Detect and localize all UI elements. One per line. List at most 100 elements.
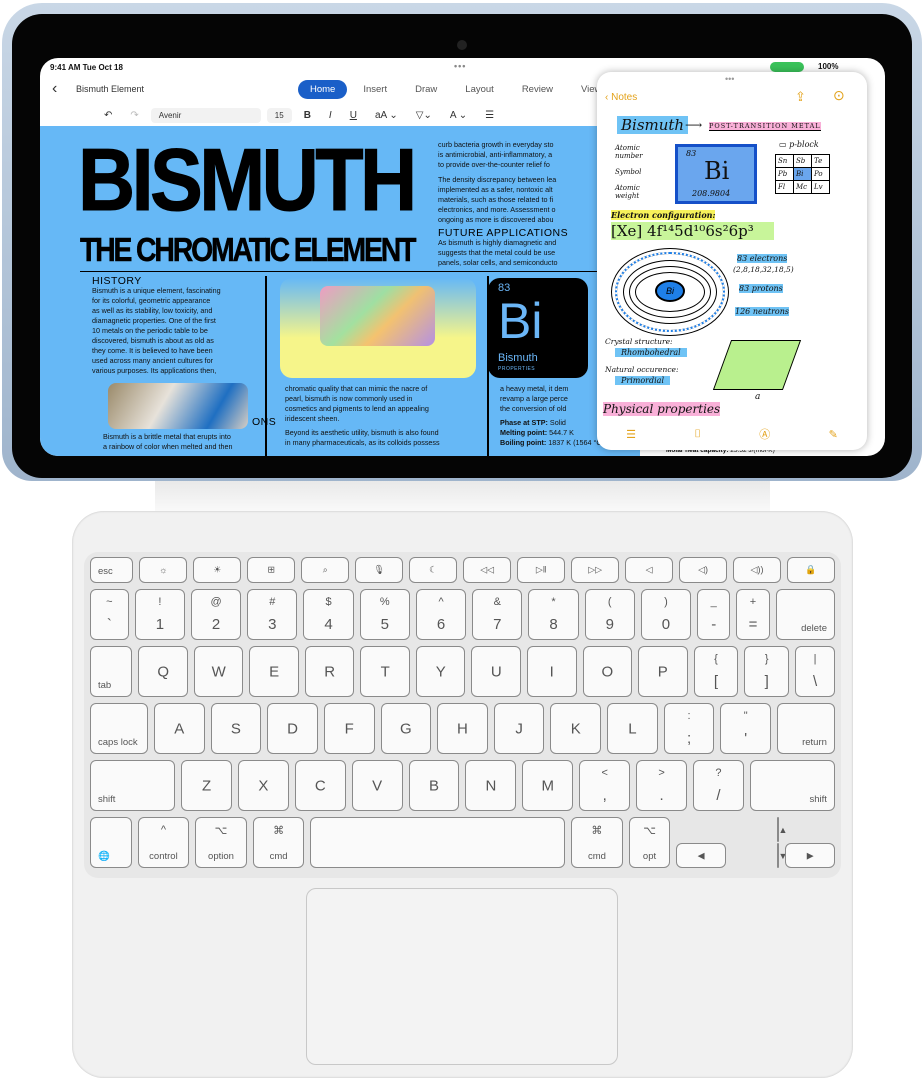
key-h[interactable]: H: [437, 703, 488, 754]
key-y[interactable]: Y: [415, 646, 466, 697]
key-g[interactable]: G: [380, 703, 432, 754]
key-fn-13[interactable]: 🔒: [787, 557, 835, 583]
key-sym[interactable]: + =: [736, 589, 770, 640]
key-d[interactable]: D: [267, 703, 318, 754]
key-punct-3[interactable]: >.: [636, 760, 687, 811]
key-w[interactable]: W: [193, 646, 244, 697]
key-a[interactable]: A: [153, 703, 205, 754]
key-bracket-2[interactable]: | \: [795, 646, 836, 697]
key-1[interactable]: ! 1: [134, 589, 185, 640]
key-caps-lock[interactable]: caps lock: [90, 703, 148, 754]
key-fn-4[interactable]: ⌕: [301, 557, 350, 583]
camera-icon[interactable]: ⌷: [694, 428, 701, 441]
notes-slide-over[interactable]: ••• ‹ Notes ⇪ ⊙ Bismuth ⟶ POST-TRANSITIO…: [597, 72, 867, 450]
tab-insert[interactable]: Insert: [351, 80, 399, 99]
key-b[interactable]: B: [408, 760, 460, 811]
key-v[interactable]: V: [351, 760, 403, 811]
font-color-button[interactable]: A ⌄: [444, 108, 473, 123]
undo-icon[interactable]: ↶: [98, 108, 118, 123]
key-punct-4[interactable]: ? /: [692, 760, 744, 811]
key-fn-7[interactable]: ◁◁: [463, 557, 512, 583]
key-shift-right[interactable]: shift: [749, 760, 835, 811]
key-space[interactable]: [310, 817, 566, 868]
key-6[interactable]: ^ 6: [415, 589, 467, 640]
facetime-video-pip[interactable]: [108, 383, 248, 429]
key-k[interactable]: K: [550, 703, 602, 754]
key-m[interactable]: M: [522, 760, 574, 811]
key-fn-3[interactable]: ⊞: [247, 557, 296, 583]
key-opt-right[interactable]: ⌥ opt: [628, 817, 671, 868]
key-f[interactable]: F: [323, 703, 375, 754]
key-right[interactable]: ▶: [785, 843, 835, 868]
key-p[interactable]: P: [638, 646, 688, 697]
back-chevron-icon[interactable]: ‹: [52, 80, 57, 98]
trackpad[interactable]: [306, 888, 618, 1065]
compose-icon[interactable]: ✎: [829, 428, 838, 441]
key-3[interactable]: #3: [247, 589, 298, 640]
font-size-field[interactable]: 15: [266, 107, 292, 123]
share-icon[interactable]: ⇪: [795, 89, 806, 105]
highlight-button[interactable]: ▽⌄: [410, 108, 438, 123]
key-fn-2[interactable]: ☀: [193, 557, 242, 583]
key-bracket-1[interactable]: }]: [744, 646, 790, 697]
key-left[interactable]: ◀: [676, 843, 726, 868]
key-9[interactable]: (9: [584, 589, 635, 640]
key-q[interactable]: Q: [138, 646, 188, 697]
key-punct-2[interactable]: <,: [579, 760, 631, 811]
redo-icon[interactable]: ↷: [124, 108, 144, 123]
key-s[interactable]: S: [210, 703, 262, 754]
key-return[interactable]: return: [776, 703, 835, 754]
key-5[interactable]: % 5: [359, 589, 410, 640]
document-title[interactable]: Bismuth Element: [76, 84, 144, 94]
key-cmd-right[interactable]: ⌘ cmd: [571, 817, 623, 868]
tab-review[interactable]: Review: [510, 80, 565, 99]
key-option[interactable]: ⌥ option: [195, 817, 247, 868]
document-page[interactable]: BISMUTH THE CHROMATIC ELEMENT curb bacte…: [40, 126, 640, 456]
bismuth-crystal-image[interactable]: [280, 278, 476, 378]
key-8[interactable]: * 8: [528, 589, 579, 640]
key-sym[interactable]: ~ `: [90, 589, 129, 640]
key-u[interactable]: U: [471, 646, 521, 697]
key-fn-12[interactable]: ◁)): [733, 557, 781, 583]
key-z[interactable]: Z: [181, 760, 232, 811]
key-punct-0[interactable]: :;: [663, 703, 715, 754]
key-j[interactable]: J: [493, 703, 545, 754]
key-7[interactable]: & 7: [472, 589, 523, 640]
key-o[interactable]: O: [582, 646, 633, 697]
key-n[interactable]: N: [465, 760, 517, 811]
key-t[interactable]: T: [360, 646, 410, 697]
key-up[interactable]: ▲: [777, 817, 787, 842]
key-fn-6[interactable]: ☾: [409, 557, 458, 583]
key-cmd-left[interactable]: ⌘ cmd: [252, 817, 305, 868]
key-i[interactable]: I: [527, 646, 577, 697]
key-l[interactable]: L: [607, 703, 658, 754]
key-fn-10[interactable]: ◁: [625, 557, 674, 583]
key-fn-5[interactable]: 🎙: [355, 557, 404, 583]
italic-button[interactable]: I: [323, 108, 338, 123]
multitask-dots[interactable]: •••: [454, 61, 466, 71]
key-globe[interactable]: 🌐: [90, 817, 132, 868]
notes-back-button[interactable]: ‹ Notes: [605, 92, 637, 103]
checklist-icon[interactable]: ☰: [626, 428, 636, 441]
font-size-button[interactable]: aA ⌄: [369, 108, 404, 123]
tab-home[interactable]: Home: [298, 80, 348, 99]
key-e[interactable]: E: [249, 646, 299, 697]
key-c[interactable]: C: [294, 760, 346, 811]
key-punct-1[interactable]: " ': [720, 703, 771, 754]
key-4[interactable]: $4: [303, 589, 354, 640]
key-esc[interactable]: esc: [90, 557, 134, 583]
key-fn-9[interactable]: ▷▷: [571, 557, 620, 583]
key-down[interactable]: ▼: [777, 843, 787, 868]
key-control[interactable]: ^ control: [137, 817, 190, 868]
slideover-handle[interactable]: •••: [725, 74, 734, 84]
underline-button[interactable]: U: [344, 108, 363, 123]
more-icon[interactable]: ⊙: [833, 87, 845, 104]
key-bracket-0[interactable]: {[: [693, 646, 739, 697]
key-sym[interactable]: _ -: [697, 589, 731, 640]
tab-layout[interactable]: Layout: [453, 80, 506, 99]
key-r[interactable]: R: [304, 646, 355, 697]
key-x[interactable]: X: [237, 760, 289, 811]
markup-icon[interactable]: Ⓐ: [759, 426, 770, 442]
key-0[interactable]: ) 0: [640, 589, 692, 640]
key-delete[interactable]: delete: [775, 589, 835, 640]
